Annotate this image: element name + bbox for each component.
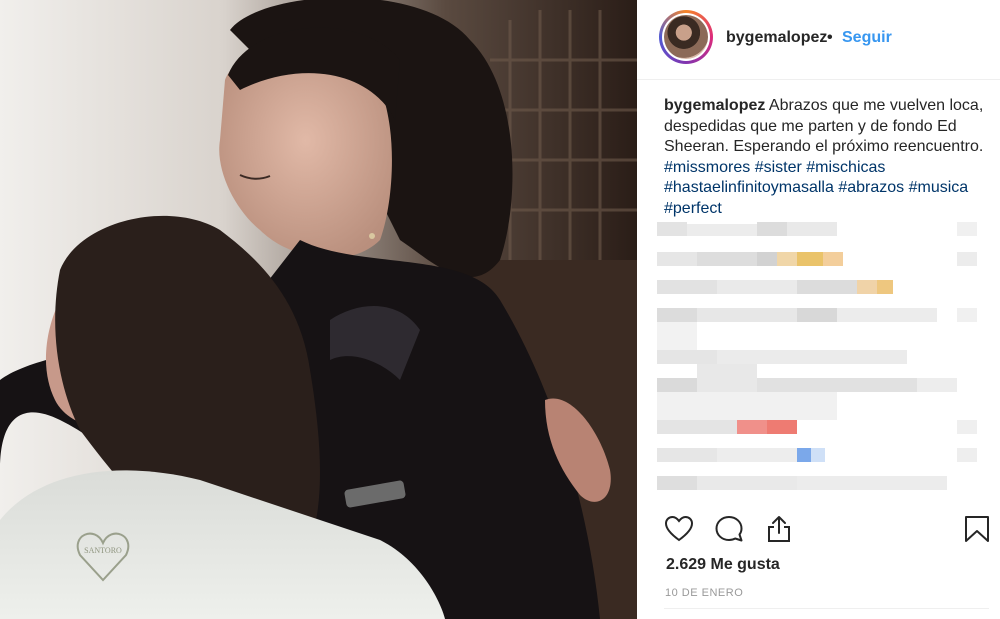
hashtag-link[interactable]: #hastaelinfinitoymasalla <box>664 179 834 196</box>
pixel-block <box>657 476 697 490</box>
pixel-block <box>837 308 937 322</box>
pixel-block <box>797 448 811 462</box>
pixel-block <box>657 252 697 266</box>
like-button[interactable] <box>664 514 694 544</box>
pixel-block <box>657 420 737 434</box>
pixel-block <box>717 350 907 364</box>
shirt-logo-text: SANTORO <box>84 546 122 555</box>
pixel-block <box>877 280 893 294</box>
pixel-block <box>657 448 717 462</box>
likes-count[interactable]: 2.629 Me gusta <box>666 556 780 574</box>
pixel-block <box>757 378 917 392</box>
pixel-block <box>657 222 687 236</box>
pixel-block <box>797 252 823 266</box>
post-header: bygemalopez • Seguir <box>637 0 1000 80</box>
hashtag-link[interactable]: #perfect <box>664 200 722 217</box>
comment-bubble-icon <box>715 516 743 542</box>
pixel-block <box>957 308 977 322</box>
comment-button[interactable] <box>714 514 744 544</box>
hashtag-link[interactable]: #sister <box>755 159 802 176</box>
pixel-block <box>697 308 797 322</box>
pixel-block <box>767 420 797 434</box>
share-button[interactable] <box>764 514 794 544</box>
pixel-block <box>797 280 857 294</box>
pixel-block <box>797 476 947 490</box>
bookmark-icon <box>965 516 989 542</box>
pixel-block <box>717 280 797 294</box>
save-button[interactable] <box>962 514 992 544</box>
action-bar <box>637 508 1000 548</box>
post-caption: bygemalopez Abrazos que me vuelven loca,… <box>664 96 984 219</box>
pixel-block <box>777 252 797 266</box>
pixel-block <box>957 252 977 266</box>
pixel-block <box>657 392 837 420</box>
pixel-block <box>787 222 837 236</box>
pixel-block <box>757 222 787 236</box>
heart-icon <box>664 515 694 542</box>
pixel-block <box>657 350 717 364</box>
pixel-block <box>717 448 797 462</box>
pixel-block <box>811 448 825 462</box>
hashtag-link[interactable]: #musica <box>909 179 969 196</box>
hashtag-link[interactable]: #mischicas <box>806 159 885 176</box>
caption-username-link[interactable]: bygemalopez <box>664 97 765 114</box>
pixel-block <box>857 280 877 294</box>
pixel-block <box>687 224 757 236</box>
post-photo[interactable]: SANTORO <box>0 0 637 619</box>
post-side-panel: bygemalopez • Seguir bygemalopez Abrazos… <box>637 0 1000 619</box>
separator-dot: • <box>827 29 833 46</box>
username-link[interactable]: bygemalopez <box>726 29 827 47</box>
pixel-block <box>657 378 697 392</box>
pixel-block <box>797 308 837 322</box>
avatar-frame <box>662 13 710 61</box>
pixel-block <box>757 252 777 266</box>
pixel-block <box>697 364 757 392</box>
pixel-block <box>957 448 977 462</box>
pixel-block <box>957 420 977 434</box>
pixel-block <box>697 252 757 266</box>
hashtag-link[interactable]: #abrazos <box>838 179 904 196</box>
post-date[interactable]: 10 DE ENERO <box>665 587 743 599</box>
hashtag-link[interactable]: #missmores <box>664 159 750 176</box>
avatar[interactable] <box>659 10 713 64</box>
pixel-block <box>657 322 697 350</box>
pixel-block <box>957 222 977 236</box>
pixel-block <box>823 252 843 266</box>
pixel-block <box>657 308 697 322</box>
follow-button[interactable]: Seguir <box>842 29 892 47</box>
pixel-block <box>657 280 717 294</box>
photo-illustration: SANTORO <box>0 0 637 619</box>
divider <box>664 608 989 609</box>
pixel-block <box>917 378 957 392</box>
share-icon <box>768 516 790 542</box>
pixelated-comments <box>657 222 987 492</box>
pixel-block <box>737 420 767 434</box>
avatar-image <box>664 15 708 59</box>
pixel-block <box>697 476 797 490</box>
